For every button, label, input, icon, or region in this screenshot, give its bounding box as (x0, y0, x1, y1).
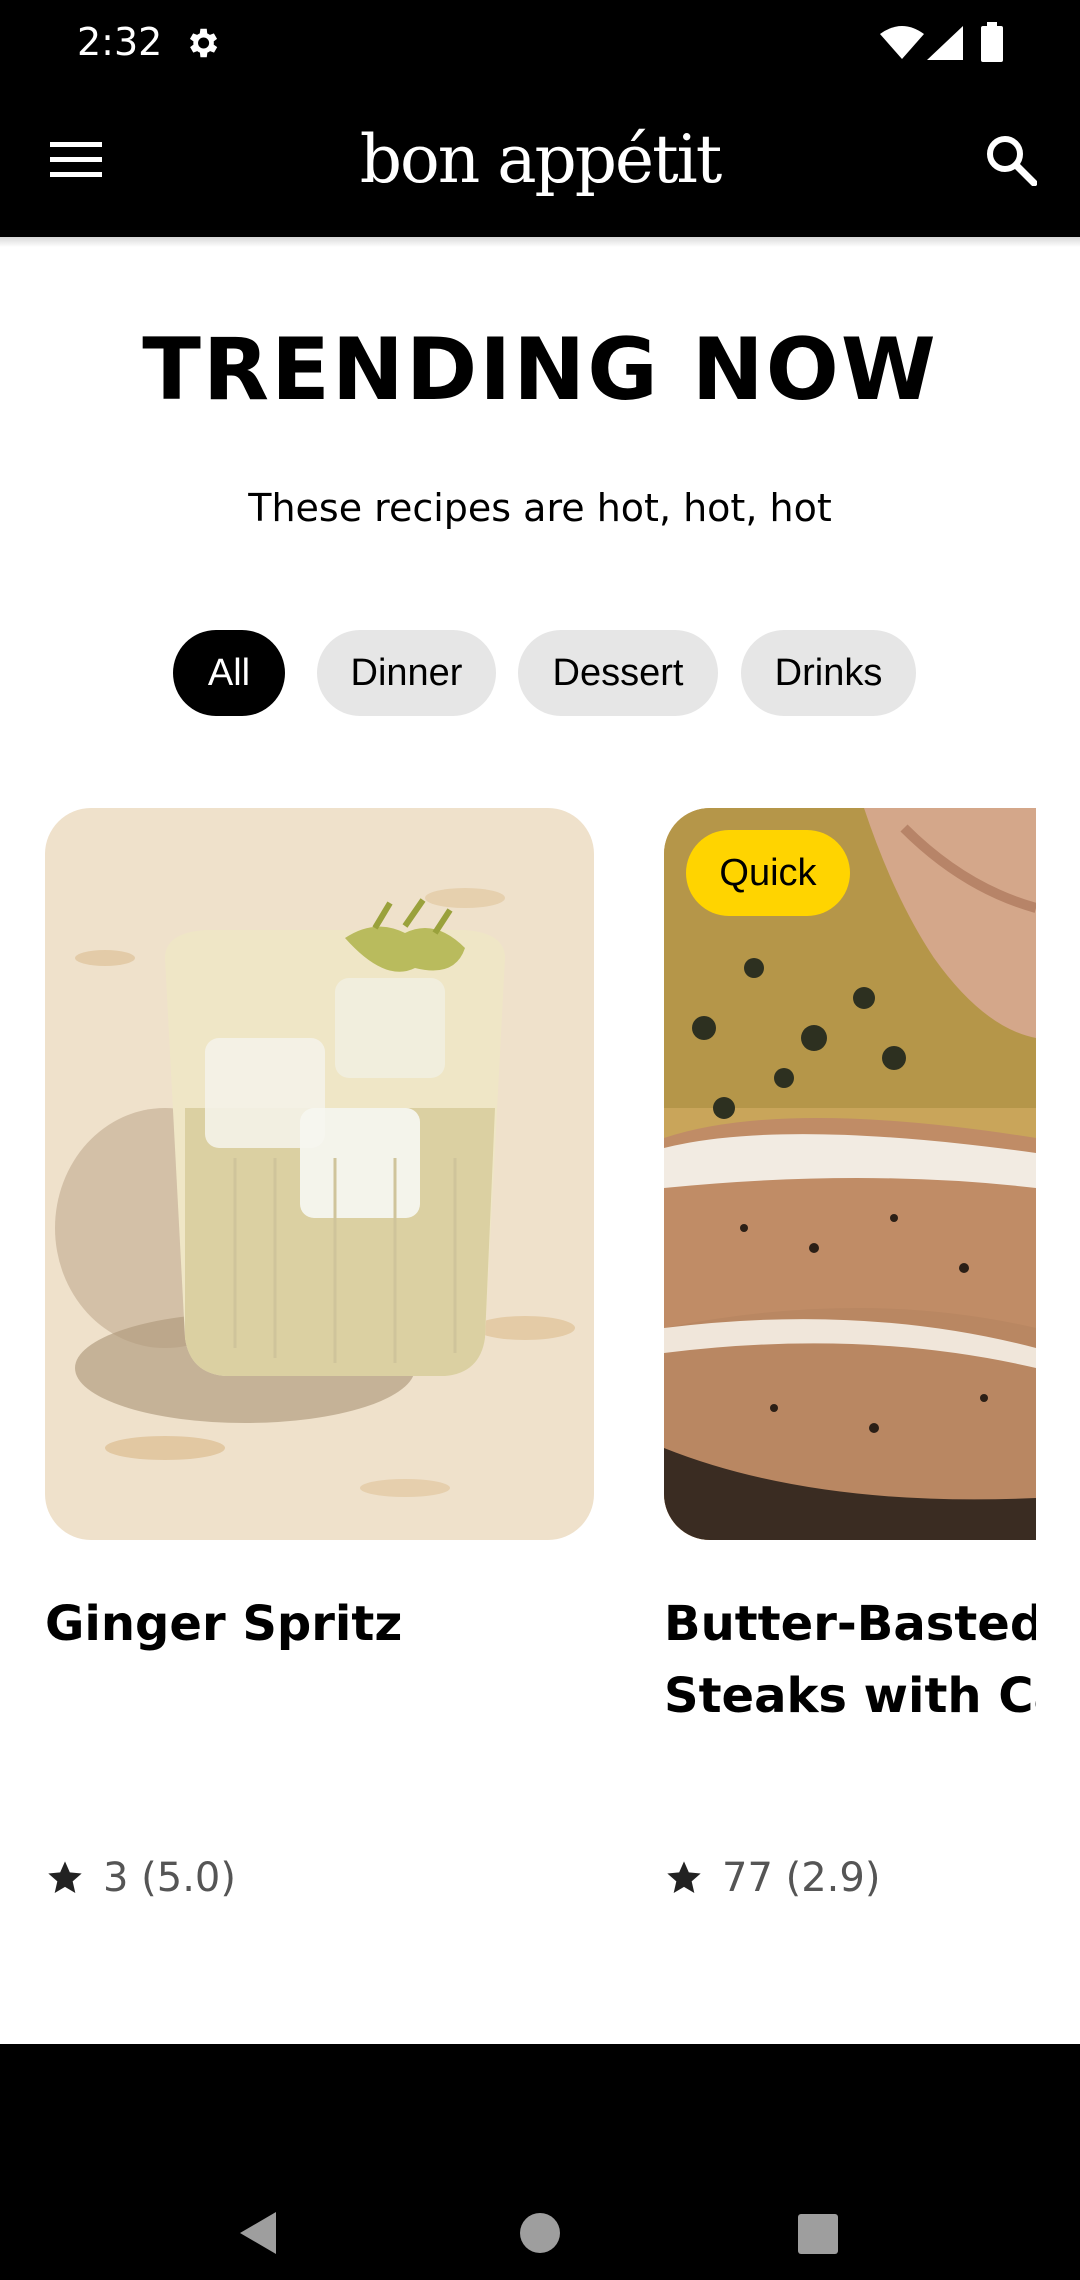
app-bar: bon appétit (0, 87, 1080, 237)
back-icon[interactable] (236, 2210, 280, 2256)
section-subtitle: These recipes are hot, hot, hot (248, 486, 832, 530)
rating: 77 (2.9) (664, 1852, 880, 1904)
search-icon[interactable] (985, 134, 1037, 186)
status-bar: 2:32 (0, 0, 1080, 87)
home-icon[interactable] (519, 2212, 561, 2254)
recipe-title-line: Steaks with Ca (664, 1668, 1036, 1724)
chip-dessert[interactable]: Dessert (518, 630, 718, 716)
rating-text: 77 (2.9) (722, 1855, 881, 1901)
brand-logo[interactable]: bon appétit (0, 121, 1080, 198)
rating-text: 3 (5.0) (103, 1855, 236, 1901)
section-title: TRENDING NOW (142, 320, 938, 420)
star-icon (667, 1861, 701, 1893)
quick-badge: Quick (686, 830, 850, 916)
recipe-title-ginger-spritz[interactable]: Ginger Spritz (45, 1588, 605, 1660)
wifi-icon (880, 26, 924, 59)
chip-all[interactable]: All (173, 630, 285, 716)
gear-icon (189, 28, 218, 58)
recipe-title-butter-basted-steaks[interactable]: Butter-Basted H Steaks with Ca (664, 1588, 1036, 1732)
recents-icon[interactable] (798, 2214, 838, 2254)
battery-icon (981, 22, 1003, 62)
signal-icon (927, 26, 963, 60)
status-time: 2:32 (77, 20, 163, 64)
star-icon (48, 1861, 82, 1893)
rating: 3 (5.0) (45, 1852, 236, 1904)
recipe-card-image-butter-basted-steaks[interactable] (664, 808, 1036, 1540)
chip-drinks[interactable]: Drinks (741, 630, 916, 716)
system-nav-bar (0, 2044, 1080, 2280)
recipe-title-line: Butter-Basted H (664, 1596, 1036, 1652)
chip-dinner[interactable]: Dinner (317, 630, 496, 716)
recipe-card-image-ginger-spritz[interactable] (45, 808, 594, 1540)
app-bar-shadow (0, 237, 1080, 247)
